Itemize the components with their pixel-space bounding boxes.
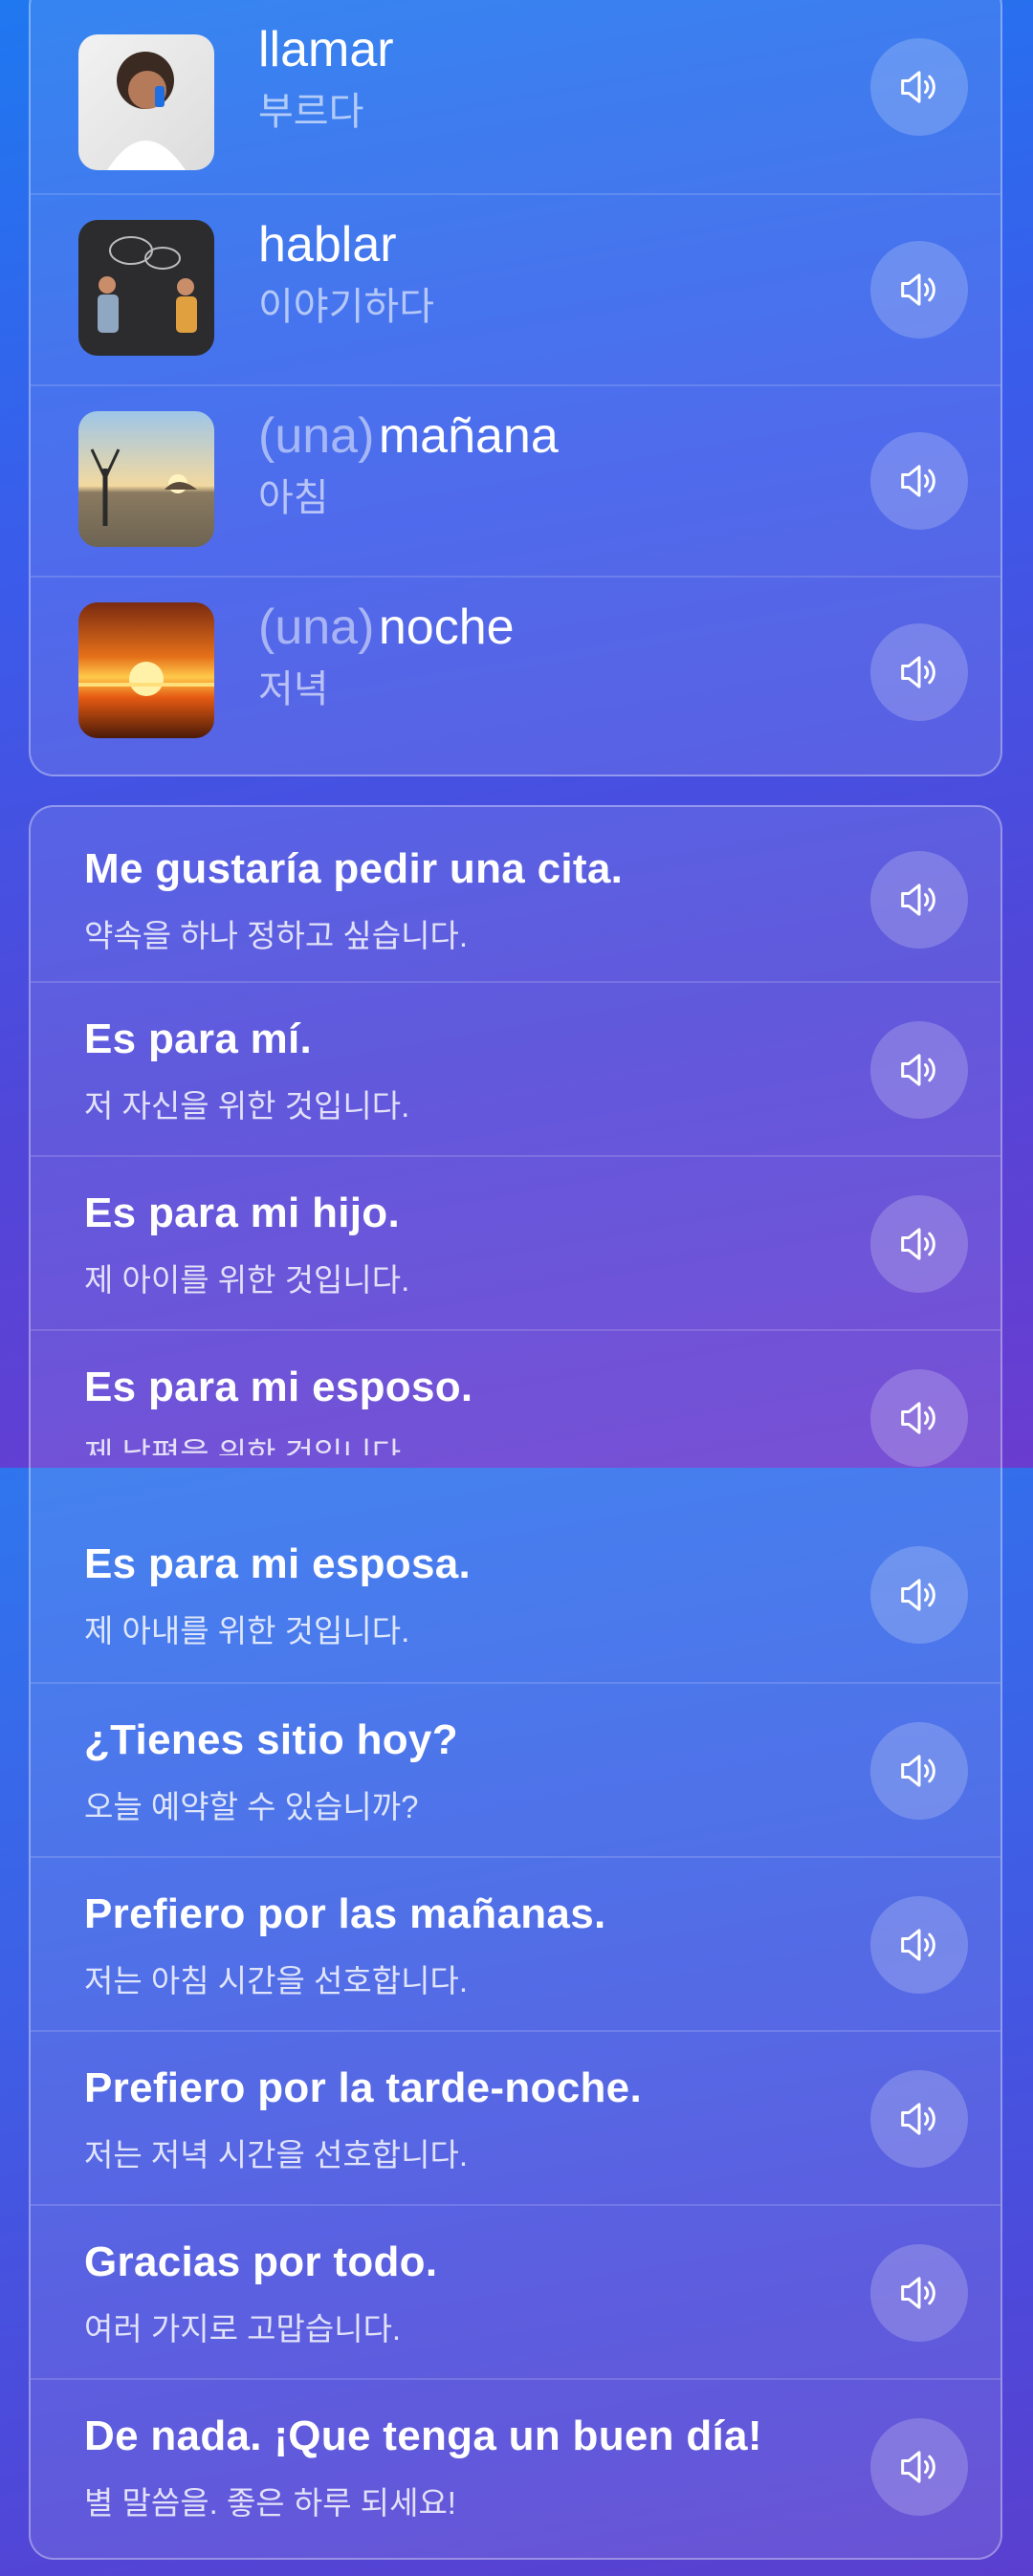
play-audio-button[interactable] <box>870 2070 968 2168</box>
phrases-card: Me gustaría pedir una cita. 약속을 하나 정하고 싶… <box>29 805 1002 1468</box>
spanish-word: mañana <box>378 408 559 464</box>
woman-on-phone-image <box>78 34 214 170</box>
play-audio-button[interactable] <box>870 432 968 530</box>
korean-translation: 저 자신을 위한 것입니다. <box>84 1088 410 1124</box>
play-audio-button[interactable] <box>870 241 968 338</box>
phrase-row[interactable]: Prefiero por la tarde-noche. 저는 저녁 시간을 선… <box>31 2030 1000 2204</box>
spanish-word: hablar <box>258 217 397 273</box>
spanish-phrase: Me gustaría pedir una cita. <box>84 845 624 892</box>
play-audio-button[interactable] <box>870 1195 968 1293</box>
korean-translation: 이야기하다 <box>258 286 434 328</box>
spanish-phrase: Es para mi esposo. <box>84 1364 473 1410</box>
sunset-image <box>78 602 214 738</box>
play-audio-button[interactable] <box>870 38 968 136</box>
korean-translation: 제 아이를 위한 것입니다. <box>84 1262 410 1298</box>
phrase-row[interactable]: Prefiero por las mañanas. 저는 아침 시간을 선호합니… <box>31 1856 1000 2030</box>
korean-translation: 저는 아침 시간을 선호합니다. <box>84 1963 468 1998</box>
korean-translation: 제 남편을 위한 것입니다. <box>84 1436 410 1455</box>
spanish-phrase: ¿Tienes sitio hoy? <box>84 1716 458 1763</box>
speaker-icon <box>901 1929 935 1961</box>
people-talking-image <box>78 220 214 356</box>
korean-translation: 오늘 예약할 수 있습니까? <box>84 1789 419 1824</box>
speaker-icon <box>901 71 935 103</box>
play-audio-button[interactable] <box>870 851 968 949</box>
speaker-icon <box>901 656 935 688</box>
speaker-icon <box>901 273 935 306</box>
vocab-row-llamar[interactable]: llamar 부르다 <box>31 0 1000 193</box>
korean-translation: 저는 저녁 시간을 선호합니다. <box>84 2137 468 2172</box>
phrase-row[interactable]: Es para mi esposo. 제 남편을 위한 것입니다. <box>31 1329 1000 1468</box>
play-audio-button[interactable] <box>870 1722 968 1820</box>
speaker-icon <box>901 1755 935 1787</box>
play-audio-button[interactable] <box>870 1546 968 1644</box>
korean-translation: 저녁 <box>258 668 329 710</box>
spanish-word: llamar <box>258 22 394 77</box>
phrase-row[interactable]: Es para mi hijo. 제 아이를 위한 것입니다. <box>31 1155 1000 1329</box>
speaker-icon <box>901 1228 935 1260</box>
vocab-row-hablar[interactable]: hablar 이야기하다 <box>31 193 1000 384</box>
spanish-phrase: Gracias por todo. <box>84 2238 438 2285</box>
korean-translation: 부르다 <box>258 91 364 133</box>
play-audio-button[interactable] <box>870 1369 968 1467</box>
phrase-row[interactable]: ¿Tienes sitio hoy? 오늘 예약할 수 있습니까? <box>31 1682 1000 1856</box>
spanish-phrase: Prefiero por las mañanas. <box>84 1890 606 1937</box>
korean-translation: 아침 <box>258 477 329 519</box>
play-audio-button[interactable] <box>870 2244 968 2342</box>
play-audio-button[interactable] <box>870 623 968 721</box>
spanish-phrase: Es para mi hijo. <box>84 1190 401 1236</box>
phrase-row[interactable]: Me gustaría pedir una cita. 약속을 하나 정하고 싶… <box>31 807 1000 981</box>
article-label: (una) <box>258 408 375 464</box>
vocabulary-card: llamar 부르다 hablar 이야기하다 (una) mañana 아침 … <box>29 0 1002 776</box>
vocab-row-manana[interactable]: (una) mañana 아침 <box>31 384 1000 576</box>
spanish-phrase: Es para mí. <box>84 1015 313 1062</box>
phrase-row[interactable]: De nada. ¡Que tenga un buen día! 별 말씀을. … <box>31 2378 1000 2558</box>
phrases-card-continued: Es para mi esposa. 제 아내를 위한 것입니다. ¿Tiene… <box>29 1468 1002 2560</box>
phrase-row[interactable]: Es para mi esposa. 제 아내를 위한 것입니다. <box>31 1508 1000 1682</box>
speaker-icon <box>901 2451 935 2483</box>
speaker-icon <box>901 1054 935 1086</box>
speaker-icon <box>901 2277 935 2309</box>
speaker-icon <box>901 1579 935 1611</box>
spanish-word: noche <box>378 600 515 655</box>
korean-translation: 제 아내를 위한 것입니다. <box>84 1613 410 1648</box>
spanish-phrase: Prefiero por la tarde-noche. <box>84 2064 642 2111</box>
vocab-row-noche[interactable]: (una) noche 저녁 <box>31 576 1000 775</box>
korean-translation: 여러 가지로 고맙습니다. <box>84 2311 402 2347</box>
play-audio-button[interactable] <box>870 2418 968 2516</box>
play-audio-button[interactable] <box>870 1021 968 1119</box>
speaker-icon <box>901 2103 935 2135</box>
korean-translation: 별 말씀을. 좋은 하루 되세요! <box>84 2485 456 2521</box>
morning-beach-image <box>78 411 214 547</box>
speaker-icon <box>901 465 935 497</box>
speaker-icon <box>901 884 935 916</box>
article-label: (una) <box>258 600 375 655</box>
korean-translation: 약속을 하나 정하고 싶습니다. <box>84 918 468 953</box>
phrase-row[interactable]: Gracias por todo. 여러 가지로 고맙습니다. <box>31 2204 1000 2378</box>
spanish-phrase: Es para mi esposa. <box>84 1540 472 1587</box>
speaker-icon <box>901 1402 935 1434</box>
play-audio-button[interactable] <box>870 1896 968 1994</box>
spanish-phrase: De nada. ¡Que tenga un buen día! <box>84 2412 762 2459</box>
phrase-row[interactable]: Es para mí. 저 자신을 위한 것입니다. <box>31 981 1000 1155</box>
